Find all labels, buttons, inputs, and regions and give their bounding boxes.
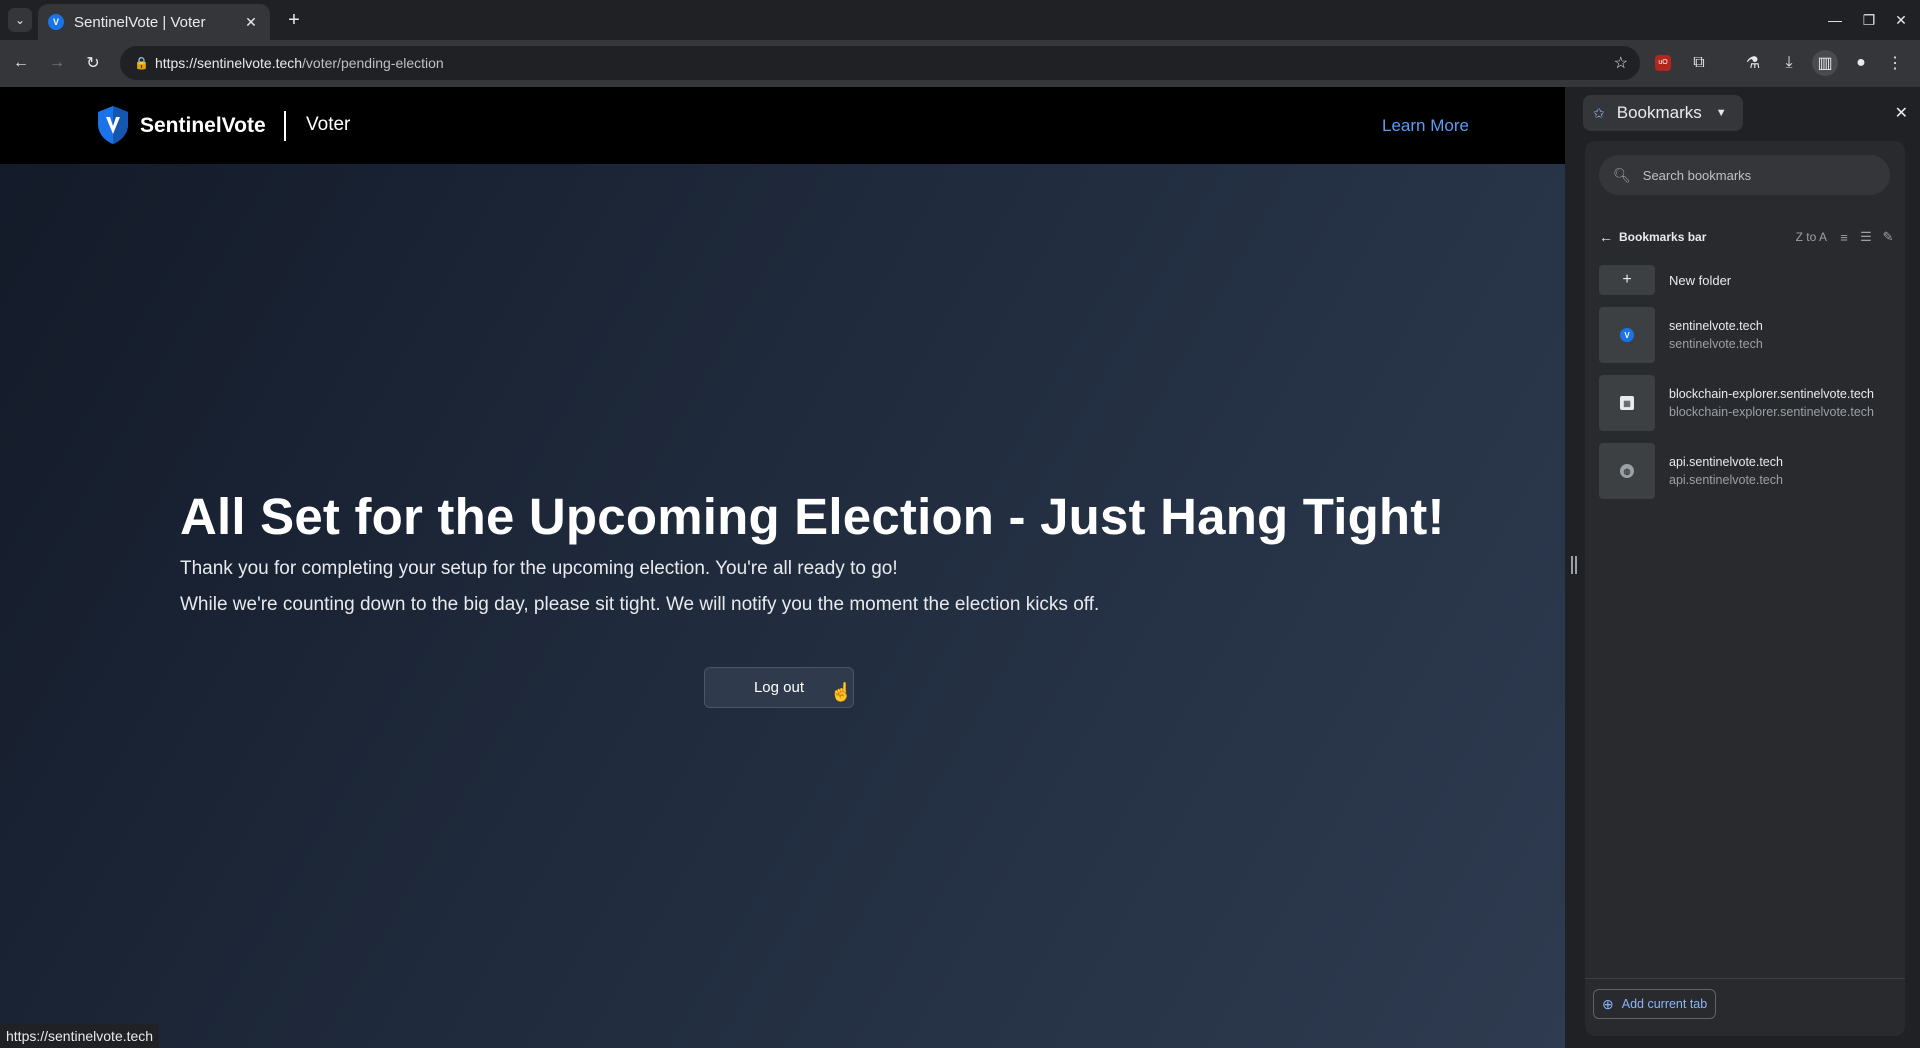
back-arrow-icon[interactable]: ←	[8, 50, 34, 76]
window-close-icon[interactable]: ✕	[1886, 8, 1916, 32]
sort-filter-icon[interactable]: ≡	[1833, 230, 1855, 245]
brand-divider	[284, 111, 286, 141]
new-folder-label: New folder	[1669, 272, 1732, 288]
bookmarks-search-input[interactable]	[1642, 167, 1863, 183]
profile-icon[interactable]: ●	[1848, 50, 1874, 76]
tab-search-chevron-icon[interactable]: ⌄	[8, 8, 32, 32]
hero-description-line-2: While we're counting down to the big day…	[180, 594, 1100, 615]
bookmark-thumb: ◍	[1599, 443, 1655, 499]
bookmark-item[interactable]: ◍ api.sentinelvote.tech api.sentinelvote…	[1599, 443, 1783, 499]
search-icon: 🔍︎	[1613, 166, 1631, 183]
new-folder-row[interactable]: + New folder	[1599, 265, 1731, 295]
ublock-icon[interactable]: uO	[1650, 50, 1676, 76]
bookmark-title: api.sentinelvote.tech	[1669, 455, 1783, 469]
sort-order-label[interactable]: Z to A	[1796, 230, 1827, 244]
grid-icon: ▦	[1620, 396, 1634, 410]
add-current-tab-button[interactable]: ⊕ Add current tab	[1593, 989, 1717, 1019]
site-section-label: Voter	[306, 114, 351, 135]
add-current-tab-label: Add current tab	[1621, 997, 1708, 1011]
add-circle-icon: ⊕	[1602, 995, 1614, 1012]
side-panel-close-icon[interactable]: ✕	[1895, 103, 1908, 123]
browser-tab[interactable]: V SentinelVote | Voter ✕	[38, 4, 270, 40]
bookmark-item[interactable]: V sentinelvote.tech sentinelvote.tech	[1599, 307, 1763, 363]
caret-down-icon: ▼	[1715, 107, 1727, 119]
hand-cursor-icon: ☝	[830, 682, 853, 702]
bookmarks-panel-body: 🔍︎ ← Bookmarks bar Z to A ≡ ☰ ✎ + New fo…	[1585, 141, 1905, 1036]
reload-icon[interactable]: ↻	[80, 50, 106, 76]
restore-icon[interactable]: ❐	[1854, 8, 1884, 32]
menu-kebab-icon[interactable]: ⋮	[1882, 50, 1908, 76]
minimize-icon[interactable]: —	[1820, 8, 1850, 32]
new-folder-thumb: +	[1599, 265, 1655, 295]
bookmarks-footer: ⊕ Add current tab	[1585, 978, 1905, 1036]
tab-strip: ⌄ V SentinelVote | Voter ✕ + — ❐ ✕	[0, 0, 1920, 40]
web-page: SentinelVote Voter Learn More All Set fo…	[0, 87, 1565, 1048]
folder-back-arrow-icon[interactable]: ←	[1599, 229, 1613, 245]
lock-icon: 🔒	[134, 56, 149, 70]
hero-section: All Set for the Upcoming Election - Just…	[180, 487, 1445, 616]
current-folder-title: Bookmarks bar	[1619, 230, 1707, 244]
edit-pencil-icon[interactable]: ✎	[1877, 229, 1899, 245]
resize-grip-icon[interactable]	[1571, 556, 1577, 574]
site-brand-name[interactable]: SentinelVote	[140, 114, 266, 138]
tab-close-icon[interactable]: ✕	[242, 14, 260, 31]
sentinelvote-shield-logo-icon	[98, 106, 128, 144]
hero-description-line-1: Thank you for completing your setup for …	[180, 558, 898, 579]
bookmark-thumb: ▦	[1599, 375, 1655, 431]
address-bar[interactable]: 🔒 https://sentinelvote.tech/voter/pendin…	[120, 46, 1640, 80]
plus-icon: +	[1622, 271, 1632, 288]
side-panel-icon[interactable]: ▥	[1812, 50, 1838, 76]
bookmark-url: blockchain-explorer.sentinelvote.tech	[1669, 405, 1874, 419]
download-icon[interactable]: ⤓	[1776, 50, 1802, 76]
bookmark-url: sentinelvote.tech	[1669, 337, 1763, 351]
bookmark-title: sentinelvote.tech	[1669, 319, 1763, 333]
new-tab-plus-icon[interactable]: +	[282, 8, 306, 32]
bookmark-item[interactable]: ▦ blockchain-explorer.sentinelvote.tech …	[1599, 375, 1874, 431]
bookmark-url: api.sentinelvote.tech	[1669, 473, 1783, 487]
forward-arrow-icon[interactable]: →	[44, 50, 70, 76]
learn-more-link[interactable]: Learn More	[1382, 116, 1469, 136]
bookmark-star-icon[interactable]: ☆	[1614, 53, 1628, 73]
side-panel-selector[interactable]: ✩ Bookmarks ▼	[1583, 95, 1743, 131]
bookmarks-star-icon: ✩	[1593, 104, 1605, 121]
browser-toolbar: ← → ↻ 🔒 https://sentinelvote.tech/voter/…	[0, 40, 1920, 87]
bookmark-thumb: V	[1599, 307, 1655, 363]
site-header: SentinelVote Voter Learn More	[0, 87, 1565, 164]
bookmarks-side-panel: ✩ Bookmarks ▼ ✕ 🔍︎ ← Bookmarks bar Z to …	[1583, 87, 1920, 1048]
list-view-icon[interactable]: ☰	[1855, 229, 1877, 245]
sentinelvote-favicon-icon: V	[48, 14, 64, 30]
globe-icon: ◍	[1620, 464, 1634, 478]
shield-v-icon: V	[1620, 328, 1634, 342]
labs-flask-icon[interactable]: ⚗	[1740, 50, 1766, 76]
side-panel-title: Bookmarks	[1616, 103, 1702, 122]
page-title: All Set for the Upcoming Election - Just…	[180, 488, 1445, 545]
status-bar-url: https://sentinelvote.tech	[0, 1024, 160, 1048]
url-text: https://sentinelvote.tech/voter/pending-…	[154, 55, 444, 71]
bookmarks-folder-nav: ← Bookmarks bar Z to A ≡ ☰ ✎	[1599, 225, 1899, 249]
bookmark-title: blockchain-explorer.sentinelvote.tech	[1669, 387, 1874, 401]
bookmarks-search[interactable]: 🔍︎	[1599, 155, 1890, 195]
tab-title: SentinelVote | Voter	[74, 13, 206, 31]
extensions-puzzle-icon[interactable]: ⧉	[1686, 50, 1712, 76]
